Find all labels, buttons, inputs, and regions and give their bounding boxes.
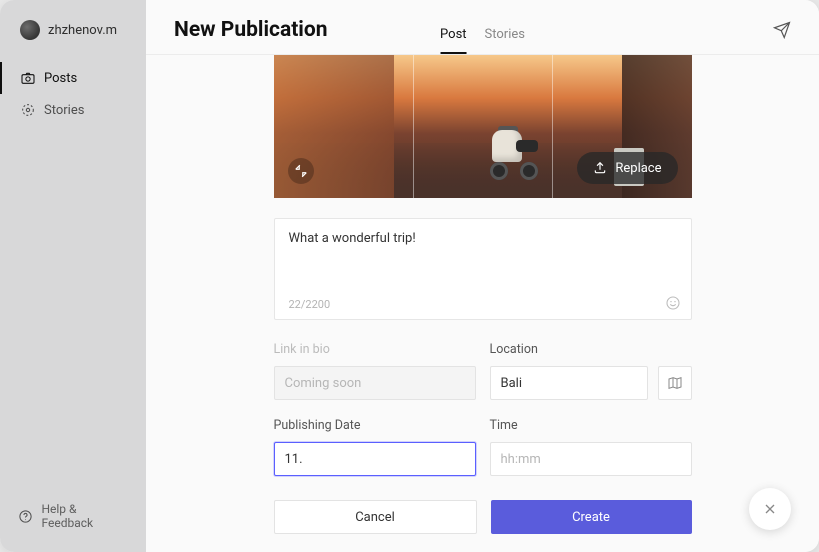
modal-panel: New Publication Post Stories	[146, 0, 819, 552]
time-label: Time	[490, 418, 692, 433]
nav: Posts Stories	[0, 56, 146, 126]
user-row[interactable]: zhzhenov.m	[0, 0, 146, 56]
app-window: zhzhenov.m Posts Stories Help & Feedback	[0, 0, 819, 552]
image-preview[interactable]: Replace	[274, 55, 692, 198]
avatar	[20, 20, 40, 40]
date-label: Publishing Date	[274, 418, 476, 433]
tabs: Post Stories	[440, 27, 525, 54]
help-feedback[interactable]: Help & Feedback	[0, 494, 146, 538]
caption-text: What a wonderful trip!	[289, 231, 677, 246]
date-input[interactable]	[274, 442, 476, 476]
location-input[interactable]	[490, 366, 648, 400]
field-link: Link in bio	[274, 342, 476, 400]
replace-label: Replace	[615, 161, 661, 176]
collapse-icon[interactable]	[288, 158, 314, 184]
location-label: Location	[490, 342, 692, 357]
username: zhzhenov.m	[48, 23, 117, 38]
nav-item-stories[interactable]: Stories	[0, 94, 146, 126]
modal-content: Replace What a wonderful trip! 22/2200 L…	[146, 55, 819, 534]
close-button[interactable]	[749, 488, 791, 530]
link-label: Link in bio	[274, 342, 476, 357]
close-icon	[762, 501, 778, 517]
help-label: Help & Feedback	[41, 502, 128, 530]
nav-label-posts: Posts	[44, 71, 77, 86]
time-input[interactable]	[490, 442, 692, 476]
caption-counter: 22/2200	[289, 298, 331, 311]
button-row: Cancel Create	[274, 500, 692, 534]
stories-icon	[20, 102, 36, 118]
sidebar: zhzhenov.m Posts Stories Help & Feedback	[0, 0, 146, 552]
field-time: Time	[490, 418, 692, 476]
link-input	[274, 366, 476, 400]
map-button[interactable]	[658, 366, 692, 400]
nav-label-stories: Stories	[44, 103, 84, 118]
caption-input[interactable]: What a wonderful trip! 22/2200	[274, 218, 692, 320]
replace-button[interactable]: Replace	[577, 152, 677, 184]
create-button[interactable]: Create	[491, 500, 692, 534]
field-location: Location	[490, 342, 692, 400]
field-date: Publishing Date	[274, 418, 476, 476]
upload-icon	[593, 161, 607, 175]
camera-icon	[20, 70, 36, 86]
tab-post[interactable]: Post	[440, 27, 467, 54]
form-grid: Link in bio Location	[274, 342, 692, 476]
cancel-button[interactable]: Cancel	[274, 500, 477, 534]
map-icon	[667, 375, 683, 391]
share-icon[interactable]	[773, 21, 791, 39]
help-icon	[18, 508, 33, 524]
nav-item-posts[interactable]: Posts	[0, 62, 146, 94]
page-title: New Publication	[174, 18, 328, 42]
emoji-icon[interactable]	[665, 295, 681, 311]
tab-stories[interactable]: Stories	[485, 27, 525, 54]
modal-header: New Publication Post Stories	[146, 18, 819, 55]
